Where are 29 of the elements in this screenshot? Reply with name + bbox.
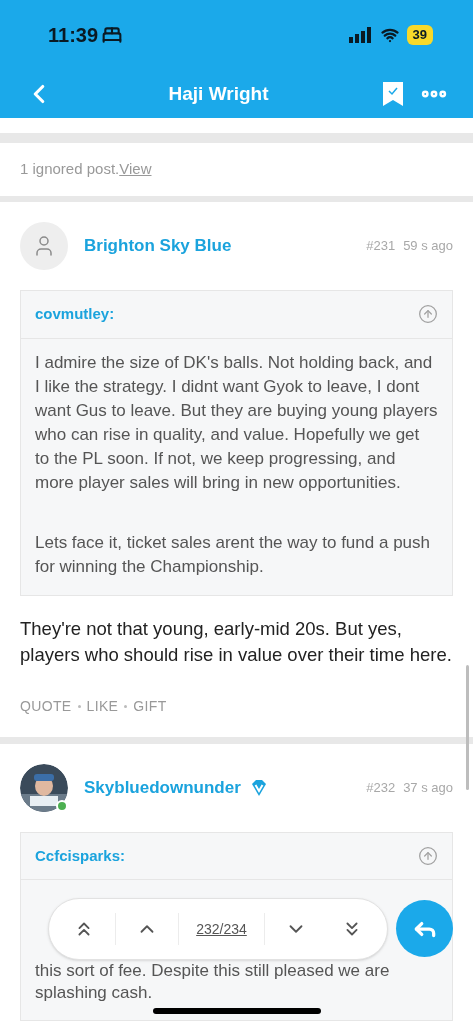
go-to-quote-icon[interactable]	[418, 304, 438, 325]
quote-author[interactable]: covmutley:	[35, 303, 115, 326]
post-number[interactable]: #231	[366, 236, 396, 256]
avatar-placeholder[interactable]	[20, 222, 68, 270]
quote-text: I admire the size of DK's balls. Not holding back, and I like the strategy. I didnt want Gyok to leave, I dont want Gus to leave. But they are buying young players who can rise in quality, and value. Hopefully we get to the PL soon. If not, we keep progressing, and more player sales will bring in new opportunities.	[35, 351, 438, 494]
battery-indicator: 39	[406, 25, 433, 45]
go-to-quote-icon[interactable]	[418, 845, 438, 866]
ignored-posts-text: 1 ignored post.	[20, 159, 120, 180]
post-number[interactable]: #232	[366, 777, 396, 798]
post-action-link[interactable]: QUOTE	[20, 695, 72, 717]
quote-text: this sort of fee. Despite this still pleased we are splashing cash.	[35, 960, 391, 1004]
quote-author[interactable]: Ccfcisparks:	[35, 844, 126, 867]
post-time: 37 s ago	[403, 778, 453, 797]
post-action-link[interactable]: LIKE	[86, 695, 119, 717]
bookmark-icon[interactable]	[383, 82, 403, 106]
author-name[interactable]: Brighton Sky Blue	[84, 233, 232, 259]
bed-icon	[102, 25, 123, 45]
view-link[interactable]: View	[119, 158, 152, 181]
wifi-icon	[380, 26, 399, 44]
post-position-link[interactable]: 232/234	[179, 918, 264, 940]
post-time: 59 s ago	[403, 237, 453, 256]
quote-text: Lets face it, ticket sales arent the way to fund a push for winning the Championship.	[35, 531, 431, 578]
thread-title: Haji Wright	[168, 81, 269, 106]
signal-icon	[348, 27, 373, 43]
post-text: They're not that young, early-mid 20s. But yes, players who should rise in value over their time here.	[20, 616, 453, 667]
scrollbar[interactable]	[466, 665, 469, 790]
status-time: 11:39	[48, 23, 99, 48]
post-action-link[interactable]: GIFT	[133, 695, 167, 717]
author-name[interactable]: Skybluedownunder	[84, 774, 241, 801]
